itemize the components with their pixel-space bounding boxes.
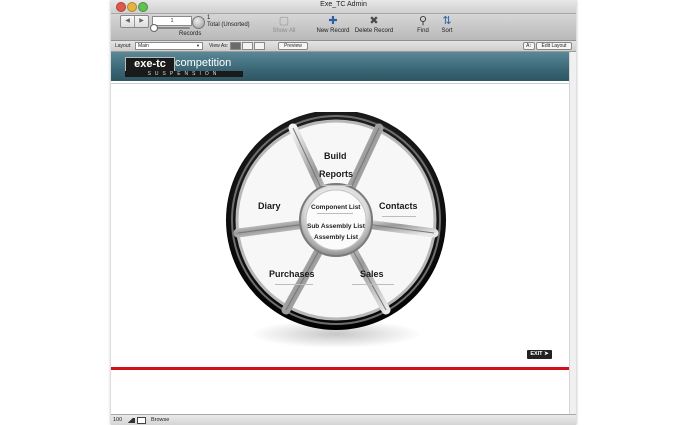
purchases-button[interactable]: Purchases [269, 269, 315, 279]
footer-accent-line [111, 367, 569, 370]
sort-icon: ⇅ [442, 15, 452, 27]
new-record-icon: ✚ [328, 15, 338, 27]
record-slider-thumb[interactable] [150, 24, 158, 32]
layout-bar: Layout: Main ▼ View As: Preview A↑ Edit … [111, 41, 576, 52]
sales-button[interactable]: Sales [360, 269, 384, 279]
steering-wheel-menu: Build Reports Diary Contacts Purchases S… [224, 110, 448, 360]
assembly-list-button[interactable]: Assembly List [314, 234, 358, 241]
layout-label: Layout: [115, 43, 132, 49]
exit-button[interactable]: EXIT ➤ [527, 350, 552, 359]
records-label: Records [179, 31, 202, 37]
status-bar: 100 Browse [111, 414, 576, 425]
sub-assembly-list-button[interactable]: Sub Assembly List [307, 223, 365, 230]
sort-label: Sort [441, 28, 453, 34]
diary-button[interactable]: Diary [258, 201, 281, 211]
toolbar: ◀ ▶ 1 1 Total (Unsorted) Records ▢ Show … [111, 14, 576, 41]
build-button[interactable]: Build [324, 151, 347, 161]
record-count: 1 [207, 15, 211, 21]
contacts-button[interactable]: Contacts [379, 201, 418, 211]
logo-sub-text: SUSPENSION [125, 71, 243, 77]
sort-button[interactable]: ⇅ Sort [437, 14, 457, 34]
header-divider [111, 83, 569, 84]
magnifier-icon: ⚲ [418, 15, 428, 27]
form-view-button[interactable] [230, 42, 241, 50]
layout-select-value: Main [138, 43, 149, 49]
vertical-scrollbar[interactable] [569, 52, 576, 414]
view-as-label: View As: [209, 43, 229, 49]
logo-secondary-text: competition [175, 57, 232, 69]
preview-button[interactable]: Preview [278, 42, 308, 50]
delete-record-button[interactable]: ✖ Delete Record [352, 14, 396, 34]
show-all-label: Show All [272, 28, 296, 34]
exe-tc-logo: exe-tc competition SUSPENSION [125, 57, 245, 77]
record-total: Total (Unsorted) [207, 22, 250, 28]
edit-layout-button[interactable]: Edit Layout [536, 42, 572, 50]
toolbar-toggle-icon[interactable] [137, 417, 146, 424]
record-number-input[interactable]: 1 [152, 16, 192, 26]
zoom-level[interactable]: 100 [113, 417, 122, 423]
purchases-field [275, 284, 313, 285]
component-list-button[interactable]: Component List [311, 204, 360, 211]
reports-button[interactable]: Reports [319, 169, 353, 179]
new-record-button[interactable]: ✚ New Record [314, 14, 352, 34]
list-view-button[interactable] [242, 42, 253, 50]
show-all-icon: ▢ [278, 15, 290, 27]
reports-field [322, 185, 352, 186]
delete-record-label: Delete Record [354, 28, 394, 34]
found-set-pie-icon [192, 16, 205, 29]
find-label: Find [417, 28, 429, 34]
contacts-field [382, 216, 416, 217]
zoom-icon[interactable] [126, 418, 135, 423]
logo-main-text: exe-tc [125, 57, 175, 72]
sales-field [352, 284, 394, 285]
next-record-button[interactable]: ▶ [134, 16, 148, 27]
chevron-down-icon: ▼ [196, 43, 200, 48]
app-window: Exe_TC Admin ◀ ▶ 1 1 Total (Unsorted) Re… [111, 0, 576, 425]
previous-record-button[interactable]: ◀ [121, 16, 134, 27]
record-nav-buttons: ◀ ▶ [120, 15, 149, 28]
new-record-label: New Record [316, 28, 350, 34]
find-button[interactable]: ⚲ Find [413, 14, 433, 34]
table-view-button[interactable] [254, 42, 265, 50]
mode-label[interactable]: Browse [151, 417, 169, 423]
title-bar: Exe_TC Admin [111, 0, 576, 14]
header-banner: exe-tc competition SUSPENSION [111, 52, 569, 81]
text-size-button[interactable]: A↑ [523, 42, 535, 50]
component-list-field [317, 213, 353, 214]
delete-record-icon: ✖ [369, 15, 379, 27]
layout-select[interactable]: Main ▼ [135, 42, 203, 50]
show-all-button[interactable]: ▢ Show All [269, 14, 299, 34]
window-title: Exe_TC Admin [320, 1, 367, 8]
